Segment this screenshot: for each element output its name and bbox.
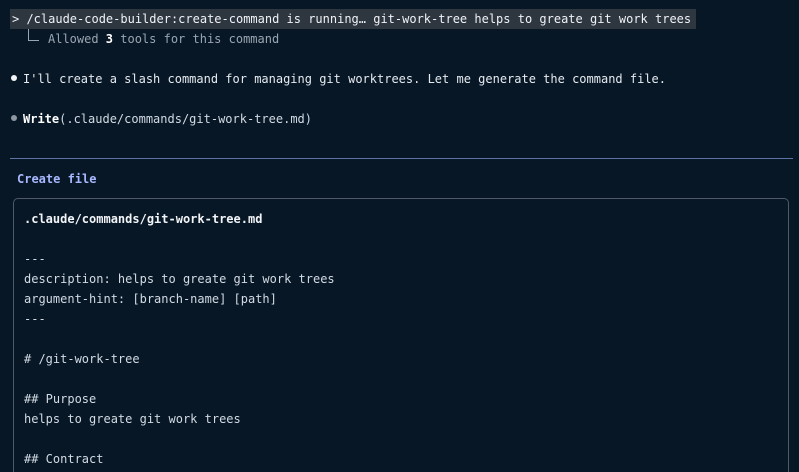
tools-suffix: tools for this command [113, 32, 280, 46]
assistant-message: I'll create a slash command for managing… [23, 72, 666, 86]
code-line: ## Purpose [24, 392, 97, 406]
tool-call-name: Write [23, 112, 60, 126]
file-path: .claude/commands/git-work-tree.md [24, 212, 263, 226]
allowed-tools-line: Allowed 3 tools for this command [28, 29, 279, 49]
create-file-title: Create file [17, 172, 97, 186]
code-line: ## Contract [24, 452, 104, 466]
code-line: # /git-work-tree [24, 352, 140, 366]
tools-prefix: Allowed [48, 32, 106, 46]
tools-count: 3 [105, 32, 114, 46]
tool-call-line: Write(.claude/commands/git-work-tree.md) [23, 109, 312, 129]
code-line: description: helps to greate git work tr… [24, 272, 335, 286]
command-prompt-line: > /claude-code-builder:create-command is… [10, 9, 697, 29]
file-preview-box [13, 198, 789, 472]
terminal-window: > /claude-code-builder:create-command is… [0, 0, 799, 472]
code-line: helps to greate git work trees [24, 412, 241, 426]
section-divider [10, 158, 793, 159]
tool-call-bullet-icon [11, 115, 17, 121]
tool-call-args: (.claude/commands/git-work-tree.md) [59, 112, 312, 126]
code-line: --- [24, 312, 46, 326]
code-line: --- [24, 252, 46, 266]
code-line: argument-hint: [branch-name] [path] [24, 292, 277, 306]
message-bullet-icon [11, 75, 17, 81]
tree-branch-icon [28, 29, 39, 41]
